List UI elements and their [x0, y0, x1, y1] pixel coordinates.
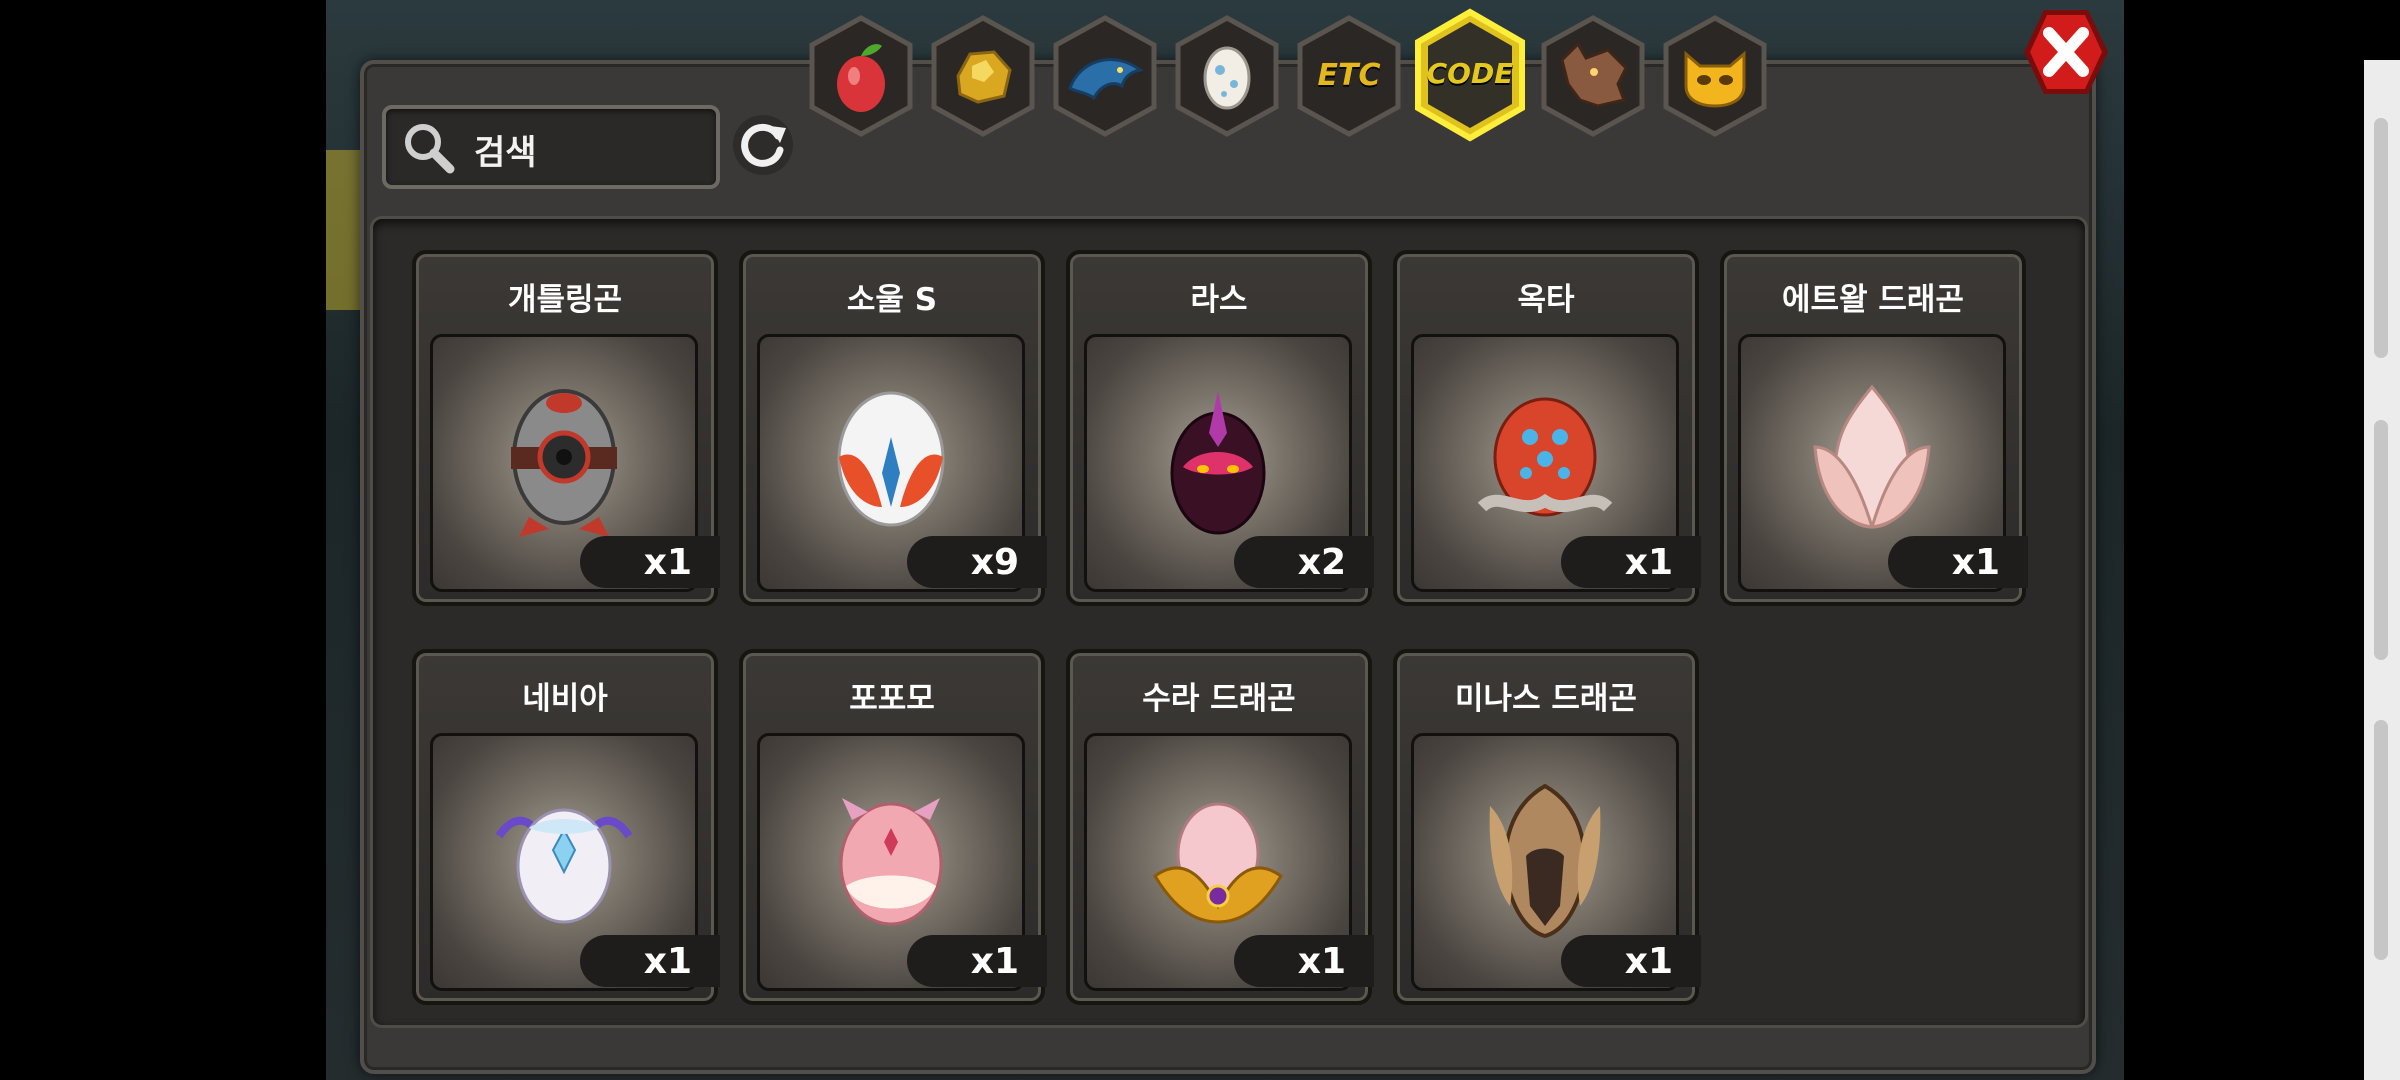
nebia-egg-icon — [495, 808, 633, 924]
item-count-badge: x2 — [1234, 536, 1374, 588]
egg-tab[interactable] — [1172, 14, 1282, 138]
search-icon — [405, 124, 455, 174]
item-count-badge: x1 — [1234, 935, 1374, 987]
wolf-tab[interactable] — [1538, 14, 1648, 138]
etc-tab[interactable]: ETC — [1294, 14, 1404, 138]
item-count-badge: x9 — [907, 536, 1047, 588]
item-card[interactable]: 에트왈 드래곤 x1 — [1720, 250, 2028, 606]
minas-dragon-egg-icon — [1489, 783, 1601, 939]
search-placeholder: 검색 — [474, 133, 537, 173]
item-card[interactable]: 수라 드래곤 x1 — [1066, 649, 1374, 1005]
item-card[interactable]: 개틀링곤 x1 — [412, 250, 720, 606]
blue-dragon-icon — [1068, 58, 1144, 101]
item-name: 에트왈 드래곤 — [1782, 282, 1964, 318]
popomo-egg-icon — [839, 798, 943, 926]
item-name: 라스 — [1190, 282, 1248, 318]
octa-egg-icon — [1477, 397, 1613, 517]
close-button[interactable] — [2022, 4, 2110, 100]
item-count-badge: x1 — [907, 935, 1047, 987]
egg-icon — [1203, 46, 1251, 110]
search-input[interactable]: 검색 — [382, 105, 720, 189]
fruit-tab[interactable] — [806, 14, 916, 138]
mask-tab[interactable] — [1660, 14, 1770, 138]
item-card[interactable]: 미나스 드래곤 x1 — [1393, 649, 1701, 1005]
item-count-badge: x1 — [580, 935, 720, 987]
code-tab[interactable]: CODE — [1412, 8, 1525, 142]
gold-ore-icon — [956, 50, 1012, 104]
rail-thumb-top — [2374, 118, 2388, 358]
sura-dragon-egg-icon — [1153, 802, 1283, 924]
item-count-badge: x1 — [1561, 536, 1701, 588]
item-name: 포포모 — [849, 681, 935, 717]
refresh-icon[interactable] — [730, 112, 796, 178]
ras-egg-icon — [1170, 391, 1266, 535]
soul-s-egg-icon — [837, 391, 945, 527]
gold-tab[interactable] — [928, 14, 1038, 138]
item-name: 미나스 드래곤 — [1455, 681, 1637, 717]
rail-thumb-mid — [2374, 420, 2388, 660]
item-name: 소울 S — [846, 282, 938, 318]
item-count-badge: x1 — [1888, 536, 2028, 588]
etoile-dragon-egg-icon — [1813, 384, 1931, 529]
item-count-badge: x1 — [1561, 935, 1701, 987]
item-count-badge: x1 — [580, 536, 720, 588]
dragon-head-tab[interactable] — [1050, 14, 1160, 138]
fruit-icon — [837, 44, 885, 112]
item-card[interactable]: 라스 x2 — [1066, 250, 1374, 606]
item-card[interactable]: 포포모 x1 — [739, 649, 1047, 1005]
mask-icon — [1684, 50, 1746, 108]
item-name: 수라 드래곤 — [1142, 681, 1296, 717]
item-name: 네비아 — [522, 681, 608, 717]
rail-thumb-bottom — [2374, 720, 2388, 960]
wolf-icon — [1560, 41, 1628, 108]
item-card[interactable]: 소울 S x9 — [739, 250, 1047, 606]
item-name: 옥타 — [1517, 282, 1575, 318]
item-card[interactable]: 네비아 x1 — [412, 649, 720, 1005]
item-name: 개틀링곤 — [507, 282, 623, 318]
gatlingon-egg-icon — [511, 389, 617, 537]
item-card[interactable]: 옥타 x1 — [1393, 250, 1701, 606]
